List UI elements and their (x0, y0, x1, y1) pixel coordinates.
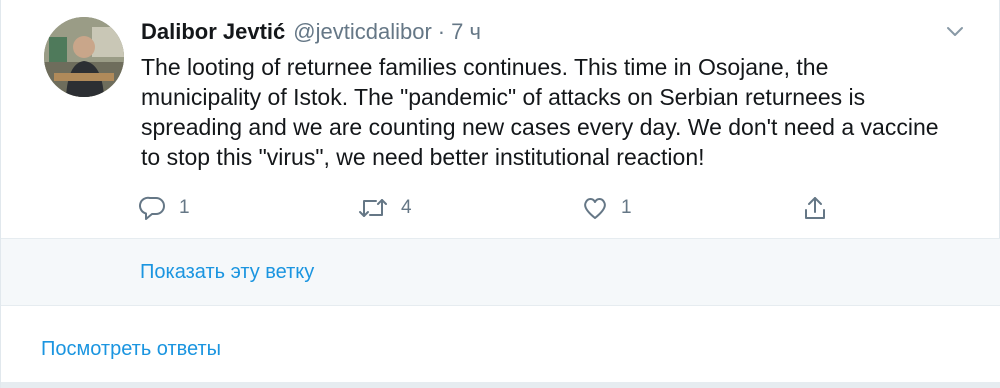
tweet-header: Dalibor Jevtić @jevticdalibor · 7 ч (141, 16, 481, 48)
reply-count: 1 (179, 197, 190, 218)
author-name[interactable]: Dalibor Jevtić (141, 19, 285, 45)
tweet[interactable]: Dalibor Jevtić @jevticdalibor · 7 ч The … (1, 0, 1000, 238)
share-button[interactable] (801, 190, 829, 226)
retweet-icon (357, 194, 389, 222)
view-replies-link[interactable]: Посмотреть ответы (41, 338, 221, 361)
chevron-down-icon[interactable] (943, 22, 967, 42)
divider (1, 382, 1000, 388)
retweet-count: 4 (401, 197, 412, 218)
like-icon (581, 194, 609, 222)
author-handle[interactable]: @jevticdalibor (293, 19, 432, 45)
reply-icon (139, 194, 167, 222)
separator-dot: · (437, 19, 446, 44)
share-icon (801, 194, 829, 222)
tweet-time[interactable]: 7 ч (451, 19, 481, 45)
view-replies-row[interactable]: Посмотреть ответы (1, 306, 1000, 384)
show-thread-row[interactable]: Показать эту ветку (1, 238, 1000, 306)
tweet-actions: 1 4 1 (1, 190, 1000, 226)
show-thread-link[interactable]: Показать эту ветку (140, 261, 314, 284)
retweet-button[interactable]: 4 (357, 190, 412, 226)
like-button[interactable]: 1 (581, 190, 632, 226)
like-count: 1 (621, 197, 632, 218)
tweet-card: Dalibor Jevtić @jevticdalibor · 7 ч The … (0, 0, 1000, 388)
avatar[interactable] (44, 17, 124, 97)
reply-button[interactable]: 1 (139, 190, 190, 226)
tweet-text: The looting of returnee families continu… (141, 54, 939, 170)
